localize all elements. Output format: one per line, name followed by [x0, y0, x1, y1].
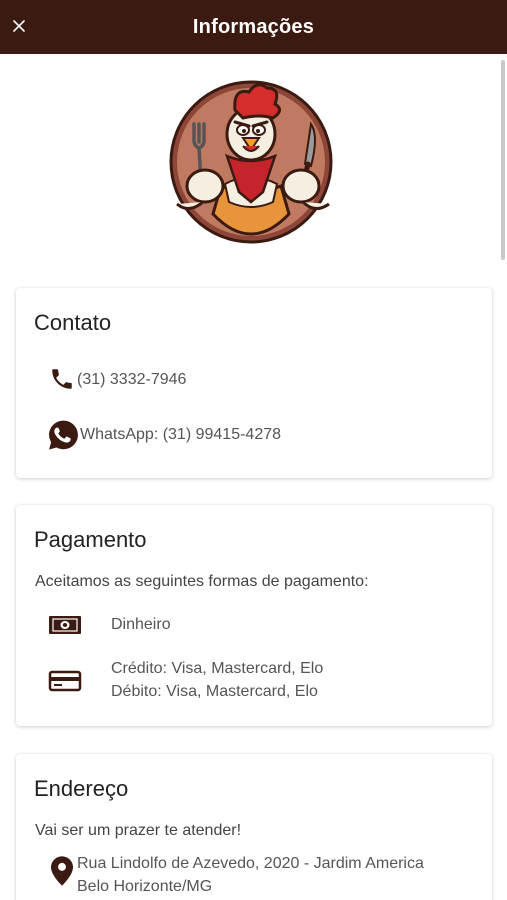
- whatsapp-number: WhatsApp: (31) 99415-4278: [80, 426, 282, 443]
- cash-label: Dinheiro: [111, 616, 171, 633]
- address-card: Endereço Vai ser um prazer te atender! R…: [16, 754, 492, 900]
- location-pin-icon: [51, 856, 77, 890]
- phone-row[interactable]: (31) 3332-7946: [49, 366, 186, 394]
- payment-lead: Aceitamos as seguintes formas de pagamen…: [35, 573, 369, 590]
- top-bar: Informações: [0, 0, 507, 54]
- address-row[interactable]: Rua Lindolfo de Azevedo, 2020 - Jardim A…: [51, 852, 424, 898]
- contact-title: Contato: [34, 310, 112, 335]
- payment-title: Pagamento: [34, 527, 147, 552]
- whatsapp-row[interactable]: WhatsApp: (31) 99415-4278: [47, 418, 281, 452]
- address-text: Rua Lindolfo de Azevedo, 2020 - Jardim A…: [77, 852, 424, 898]
- debit-label: Débito: Visa, Mastercard, Elo: [111, 683, 318, 700]
- payment-card: Pagamento Aceitamos as seguintes formas …: [16, 505, 492, 726]
- restaurant-logo: [163, 74, 343, 246]
- scrollbar[interactable]: [501, 60, 505, 260]
- contact-card: Contato (31) 3332-7946 WhatsApp: (31) 99…: [16, 288, 492, 478]
- credit-card-icon: [48, 668, 82, 692]
- card-text: Crédito: Visa, Mastercard, Elo Débito: V…: [111, 657, 323, 703]
- address-line2: Belo Horizonte/MG: [77, 878, 213, 895]
- credit-label: Crédito: Visa, Mastercard, Elo: [111, 660, 324, 677]
- address-title: Endereço: [34, 776, 129, 801]
- cash-row: Dinheiro: [48, 613, 171, 637]
- address-line1: Rua Lindolfo de Azevedo, 2020 - Jardim A…: [77, 855, 424, 872]
- close-button[interactable]: [8, 15, 30, 37]
- cash-icon: [48, 613, 82, 637]
- card-row: Crédito: Visa, Mastercard, Elo Débito: V…: [48, 657, 323, 703]
- address-lead: Vai ser um prazer te atender!: [35, 822, 242, 839]
- phone-number: (31) 3332-7946: [77, 371, 187, 388]
- phone-icon: [49, 366, 77, 394]
- page-title: Informações: [192, 15, 315, 38]
- whatsapp-icon: [47, 418, 80, 452]
- close-icon: [13, 20, 25, 32]
